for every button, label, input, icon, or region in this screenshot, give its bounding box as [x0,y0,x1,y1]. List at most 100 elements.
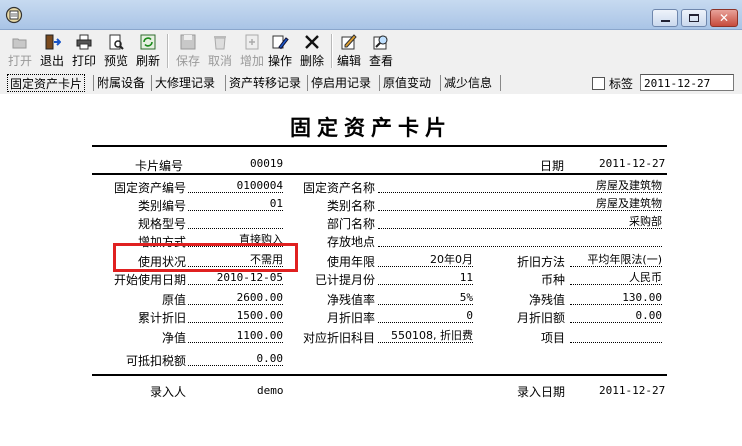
accum-label: 累计折旧 [138,311,187,325]
save-button[interactable]: 保存 [171,33,205,71]
delete-icon [305,35,319,49]
cancel-button[interactable]: 取消 [203,33,237,71]
add-icon [245,34,259,50]
salvage-rate-value[interactable]: 5% [378,290,473,305]
tax-label: 可抵扣税额 [126,354,187,368]
currency-value[interactable]: 人民币 [570,270,662,285]
print-icon [76,34,92,50]
tag-date-field[interactable]: 2011-12-27 [640,74,734,91]
tab-overhaul-records[interactable]: 大修理记录 [155,74,215,92]
exit-button[interactable]: 退出 [35,33,69,71]
currency-label: 币种 [541,273,566,287]
preview-button[interactable]: 预览 [99,33,133,71]
edit-operate-icon [272,35,289,50]
view-label: 查看 [368,54,393,68]
open-icon [12,38,27,49]
app-icon[interactable] [5,6,23,24]
print-button[interactable]: 打印 [67,33,101,71]
tab-bar: 固定资产卡片 附属设备 大修理记录 资产转移记录 停启用记录 原值变动 减少信息… [0,72,742,94]
location-value[interactable] [378,232,662,247]
method-label: 折旧方法 [517,255,566,269]
close-button[interactable]: ✕ [710,9,738,27]
item-value[interactable] [570,328,662,343]
refresh-label: 刷新 [135,54,160,68]
start-date-value[interactable]: 2010-12-05 [188,270,283,285]
category-no-label: 类别编号 [138,199,187,213]
card-title: 固定资产卡片 [290,115,452,140]
save-label: 保存 [175,54,200,68]
tag-checkbox[interactable] [592,77,605,90]
minimize-button[interactable] [652,9,678,27]
asset-name-label: 固定资产名称 [303,181,376,195]
title-rule [92,145,667,147]
asset-no-label: 固定资产编号 [114,181,187,195]
orig-value[interactable]: 2600.00 [188,290,283,305]
dept-label: 部门名称 [327,217,376,231]
method-value[interactable]: 平均年限法(一) [570,252,662,267]
entrant-value[interactable]: demo [257,384,284,397]
category-name-label: 类别名称 [327,199,376,213]
item-label: 项目 [541,331,566,345]
month-amount-value[interactable]: 0.00 [570,308,662,323]
status-highlight-box [113,243,298,272]
preview-label: 预览 [103,54,128,68]
start-date-label: 开始使用日期 [114,273,187,287]
asset-no-value[interactable]: 0100004 [188,178,283,193]
tax-value[interactable]: 0.00 [188,351,283,366]
tab-reduction-info[interactable]: 减少信息 [444,74,492,92]
category-no-value[interactable]: 01 [188,196,283,211]
life-label: 使用年限 [327,255,376,269]
spec-value[interactable] [188,214,283,229]
close-icon: ✕ [718,11,730,25]
spec-label: 规格型号 [138,217,187,231]
net-value[interactable]: 1100.00 [188,328,283,343]
month-rate-value[interactable]: 0 [378,308,473,323]
card-no-value[interactable]: 00019 [250,157,283,170]
location-label: 存放地点 [327,235,376,249]
accum-value[interactable]: 1500.00 [188,308,283,323]
month-rate-label: 月折旧率 [327,311,376,325]
maximize-button[interactable] [681,9,707,27]
open-label: 打开 [7,54,32,68]
entry-date-label: 录入日期 [517,385,566,399]
tab-transfer-records[interactable]: 资产转移记录 [229,74,301,92]
asset-name-value[interactable]: 房屋及建筑物 [378,178,662,193]
operate-button[interactable]: 操作 [263,33,297,71]
delete-button[interactable]: 删除 [295,33,329,71]
entry-date-value[interactable]: 2011-12-27 [599,384,665,397]
subject-label: 对应折旧科目 [303,331,376,345]
subject-value[interactable]: 550108, 折旧费 [378,328,473,343]
preview-icon [109,34,124,50]
salvage-label: 净残值 [529,293,566,307]
months-label: 已计提月份 [315,273,376,287]
refresh-button[interactable]: 刷新 [131,33,165,71]
date-value[interactable]: 2011-12-27 [599,157,665,170]
print-label: 打印 [71,54,96,68]
exit-icon [45,34,61,50]
net-label: 净值 [162,331,187,345]
open-button[interactable]: 打开 [3,33,37,71]
entrant-label: 录入人 [150,385,187,399]
tab-value-change[interactable]: 原值变动 [383,74,431,92]
salvage-value[interactable]: 130.00 [570,290,662,305]
tab-start-stop-records[interactable]: 停启用记录 [311,74,371,92]
months-value[interactable]: 11 [378,270,473,285]
dept-value[interactable]: 采购部 [378,214,662,229]
tab-attached-equipment[interactable]: 附属设备 [97,74,145,92]
view-button[interactable]: 查看 [364,33,398,71]
edit-icon [341,34,357,50]
month-amount-label: 月折旧额 [517,311,566,325]
operate-label: 操作 [267,54,292,68]
tab-asset-card[interactable]: 固定资产卡片 [7,74,86,92]
edit-label: 编辑 [336,54,361,68]
toolbar: 打开 退出 打印 预览 刷新 保存 取消 增加 操作 删除 编辑 查看 [0,30,742,72]
date-label: 日期 [540,159,565,173]
save-icon [180,34,196,50]
life-value[interactable]: 20年0月 [378,252,473,267]
cancel-icon [214,36,226,50]
edit-button[interactable]: 编辑 [332,33,366,71]
window-titlebar: ✕ [0,0,742,30]
tag-label: 标签 [609,77,634,91]
category-name-value[interactable]: 房屋及建筑物 [378,196,662,211]
orig-label: 原值 [162,293,187,307]
